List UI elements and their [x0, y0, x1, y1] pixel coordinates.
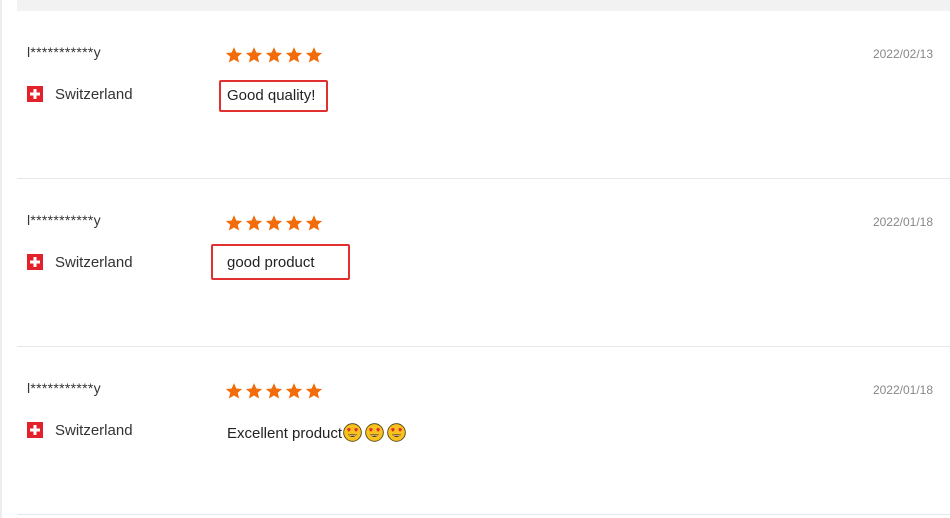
star-icon — [225, 47, 243, 63]
star-icon — [285, 215, 303, 231]
review-date: 2022/02/13 — [872, 47, 933, 61]
switzerland-flag-icon — [27, 422, 43, 438]
star-icon — [245, 47, 263, 63]
star-icon — [265, 383, 283, 399]
star-icon — [265, 47, 283, 63]
reviewer-country: Switzerland — [27, 420, 133, 440]
star-icon — [285, 383, 303, 399]
review-text-content: Good quality! — [227, 87, 316, 104]
switzerland-flag-icon — [27, 254, 43, 270]
review-item: l***********y Switzerland Excellent prod… — [17, 347, 950, 515]
review-text: good product — [227, 254, 315, 271]
review-text: Excellent product — [227, 423, 409, 442]
reviewer-country: Switzerland — [27, 252, 133, 272]
star-icon — [285, 47, 303, 63]
heart-eyes-emoji-icon — [365, 423, 384, 442]
heart-eyes-emoji-icon — [343, 423, 362, 442]
reviewer-name: l***********y — [27, 44, 101, 60]
star-icon — [245, 215, 263, 231]
star-icon — [305, 215, 323, 231]
review-item: l***********y Switzerland good product 2… — [17, 179, 950, 347]
review-text-content: Excellent product — [227, 425, 343, 442]
star-icon — [265, 215, 283, 231]
star-icon — [225, 383, 243, 399]
country-name: Switzerland — [55, 253, 133, 271]
star-rating — [225, 382, 325, 400]
star-icon — [305, 47, 323, 63]
reviewer-country: Switzerland — [27, 84, 133, 104]
reviews-page: l***********y Switzerland Good quality! … — [0, 0, 950, 518]
top-band — [17, 0, 950, 11]
review-date: 2022/01/18 — [872, 215, 933, 229]
left-border — [0, 0, 2, 518]
star-icon — [305, 383, 323, 399]
switzerland-flag-icon — [27, 86, 43, 102]
review-date: 2022/01/18 — [872, 383, 933, 397]
star-icon — [225, 215, 243, 231]
country-name: Switzerland — [55, 85, 133, 103]
emoji-group — [343, 423, 409, 442]
review-item: l***********y Switzerland Good quality! … — [17, 11, 950, 179]
star-rating — [225, 46, 325, 64]
country-name: Switzerland — [55, 421, 133, 439]
star-rating — [225, 214, 325, 232]
reviewer-name: l***********y — [27, 380, 101, 396]
review-text-content: good product — [227, 254, 315, 271]
review-text: Good quality! — [227, 87, 315, 104]
reviewer-name: l***********y — [27, 212, 101, 228]
heart-eyes-emoji-icon — [387, 423, 406, 442]
star-icon — [245, 383, 263, 399]
